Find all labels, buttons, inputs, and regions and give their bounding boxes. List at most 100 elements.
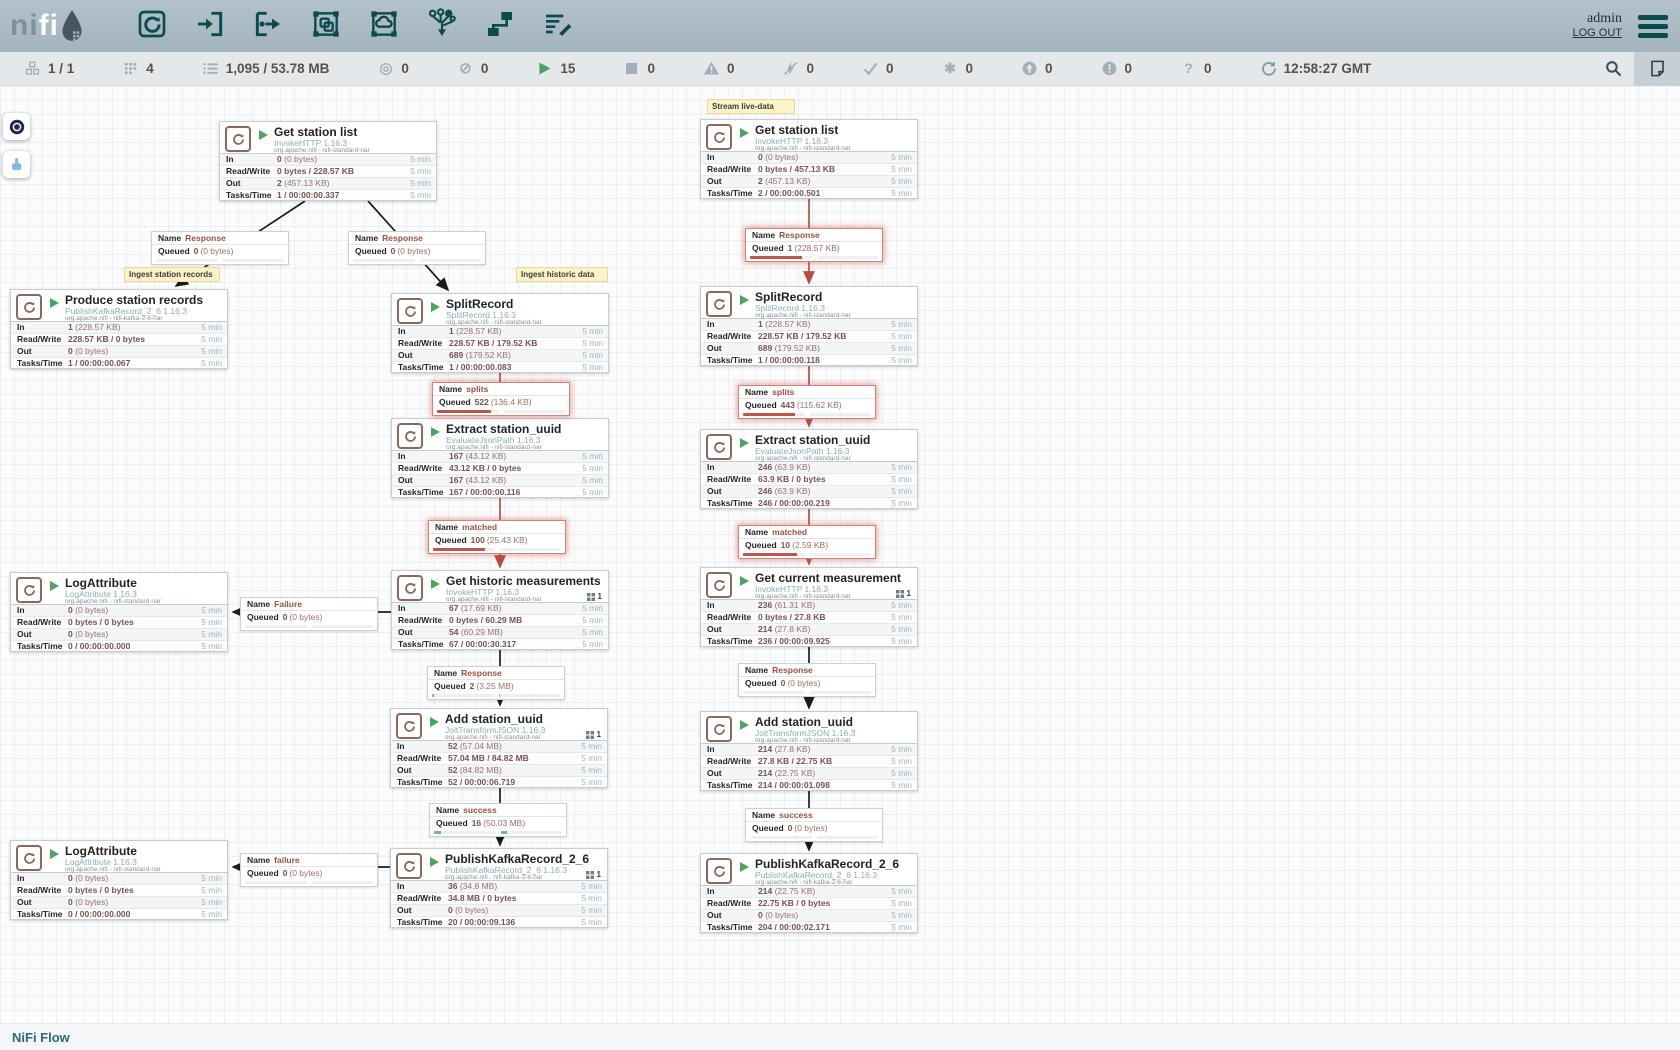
logout-link[interactable]: LOG OUT [1572, 26, 1622, 41]
connection-queued-row: Queued0(0 bytes) [349, 245, 485, 258]
status-value: 0 [806, 61, 814, 76]
status-value: 0 [481, 61, 489, 76]
backpressure-bars [349, 258, 485, 264]
connection-queued-row: Queued0(0 bytes) [241, 611, 377, 624]
processor-bundle: org.apache.nifi - nifi-standard-nar [446, 319, 542, 326]
component-toolbar [136, 10, 574, 42]
global-menu-button[interactable] [1638, 15, 1668, 38]
stale-icon [1021, 60, 1038, 77]
processor-count-badge: 1 [586, 730, 601, 739]
processor-publishkafkarecord-2-6[interactable]: PublishKafkaRecord_2_6 PublishKafkaRecor… [700, 853, 918, 933]
bulletin-board-button[interactable] [1634, 52, 1680, 86]
running-indicator-icon [50, 849, 59, 859]
processor-name: Get current measurement [755, 571, 901, 585]
connection-name-row: Namesplits [739, 386, 875, 399]
nifi-drop-icon [59, 9, 85, 43]
stat-row-in: In 0 (0 bytes) 5 min [701, 152, 917, 164]
processor-produce-station-records[interactable]: Produce station records PublishKafkaReco… [10, 289, 228, 369]
connection-name-row: NameResponse [746, 229, 882, 242]
floating-hand-button[interactable] [3, 151, 30, 178]
processor-bundle: org.apache.nifi - nifi-standard-nar [755, 737, 851, 744]
canvas-label-ingest-station-records[interactable]: Ingest station records [124, 267, 220, 282]
processor-toolbar-button[interactable] [136, 10, 168, 42]
connection-label-response[interactable]: NameResponse Queued0(0 bytes) [151, 231, 289, 265]
processor-extract-station-uuid[interactable]: Extract station_uuid EvaluateJsonPath 1.… [700, 429, 918, 509]
stat-row-read-write: Read/Write 27.8 KB / 22.75 KB 5 min [701, 756, 917, 768]
status-refresh[interactable]: 12:58:27 GMT [1260, 60, 1372, 77]
connection-label-success[interactable]: Namesuccess Queued16(50.03 MB) [429, 803, 567, 837]
status-not-transmitting: ⊘ 0 [457, 60, 489, 77]
canvas-label-stream-live-data[interactable]: Stream live-data [707, 99, 795, 114]
processor-extract-station-uuid[interactable]: Extract station_uuid EvaluateJsonPath 1.… [391, 418, 609, 498]
queued-icon [202, 60, 219, 77]
status-value: 4 [146, 61, 154, 76]
canvas-label-ingest-historic-data[interactable]: Ingest historic data [516, 267, 608, 282]
process-group-toolbar-button[interactable] [310, 10, 342, 42]
connection-label-matched[interactable]: Namematched Queued100(25.43 KB) [428, 520, 566, 554]
processor-icon [136, 8, 168, 45]
stopped-icon [623, 60, 640, 77]
connection-label-response[interactable]: NameResponse Queued1(228.57 KB) [745, 228, 883, 262]
running-indicator-icon [740, 295, 749, 305]
connection-label-splits[interactable]: Namesplits Queued443(115.62 KB) [738, 385, 876, 419]
template-toolbar-button[interactable] [484, 10, 516, 42]
connection-queued-row: Queued2(3.25 MB) [428, 680, 564, 693]
processor-add-station-uuid[interactable]: Add station_uuid JoltTransformJSON 1.16.… [390, 708, 608, 788]
status-stopped: 0 [623, 60, 655, 77]
floating-target-button[interactable] [3, 113, 30, 140]
breadcrumb[interactable]: NiFi Flow [12, 1030, 70, 1045]
connection-label-splits[interactable]: Namesplits Queued522(136.4 KB) [432, 382, 570, 416]
output-port-toolbar-button[interactable] [252, 10, 284, 42]
processor-name: SplitRecord [755, 290, 822, 304]
running-indicator-icon [50, 298, 59, 308]
connection-label-response[interactable]: NameResponse Queued0(0 bytes) [348, 231, 486, 265]
connection-label-response[interactable]: NameResponse Queued0(0 bytes) [738, 663, 876, 697]
stat-row-read-write: Read/Write 0 bytes / 0 bytes 5 min [11, 617, 227, 629]
processor-get-station-list[interactable]: Get station list InvokeHTTP 1.16.3 org.a… [219, 121, 437, 201]
processor-splitrecord[interactable]: SplitRecord SplitRecord 1.16.3 org.apach… [700, 286, 918, 366]
input-port-toolbar-button[interactable] [194, 10, 226, 42]
processor-type-icon [396, 713, 422, 739]
processor-get-current-measurement[interactable]: Get current measurement InvokeHTTP 1.16.… [700, 567, 918, 647]
stat-row-out: Out 54 (60.29 MB) 5 min [392, 627, 608, 639]
running-indicator-icon [740, 128, 749, 138]
backpressure-bars [429, 547, 565, 553]
remote-process-group-toolbar-button[interactable] [368, 10, 400, 42]
status-value: 0 [401, 61, 409, 76]
running-indicator-icon [50, 581, 59, 591]
processor-get-station-list[interactable]: Get station list InvokeHTTP 1.16.3 org.a… [700, 119, 918, 199]
processor-name: PublishKafkaRecord_2_6 [445, 852, 589, 866]
connection-queued-row: Queued10(2.59 KB) [739, 539, 875, 552]
size-threshold-bar [420, 259, 482, 262]
stat-row-in: In 246 (63.9 KB) 5 min [701, 462, 917, 474]
search-button[interactable] [1592, 52, 1634, 86]
status-value: 1 / 1 [48, 61, 74, 76]
label-toolbar-button[interactable] [542, 10, 574, 42]
processor-splitrecord[interactable]: SplitRecord SplitRecord 1.16.3 org.apach… [391, 293, 609, 373]
processor-logattribute[interactable]: LogAttribute LogAttribute 1.16.3 org.apa… [10, 572, 228, 652]
processor-publishkafkarecord-2-6[interactable]: PublishKafkaRecord_2_6 PublishKafkaRecor… [390, 848, 608, 928]
funnel-toolbar-button[interactable] [426, 10, 458, 42]
stat-row-out: Out 214 (27.8 KB) 5 min [701, 624, 917, 636]
status-value: 0 [966, 61, 974, 76]
connection-label-failure[interactable]: NameFailure Queued0(0 bytes) [240, 597, 378, 631]
object-threshold-bar [743, 553, 805, 556]
processor-logattribute[interactable]: LogAttribute LogAttribute 1.16.3 org.apa… [10, 840, 228, 920]
connection-label-response[interactable]: NameResponse Queued2(3.25 MB) [427, 666, 565, 700]
connection-label-failure[interactable]: Namefailure Queued0(0 bytes) [240, 853, 378, 887]
processor-add-station-uuid[interactable]: Add station_uuid JoltTransformJSON 1.16.… [700, 711, 918, 791]
stat-row-tasks-time: Tasks/Time 1 / 00:00:00.083 5 min [392, 362, 608, 374]
flow-canvas[interactable]: Ingest station records Ingest historic da… [0, 86, 1680, 1050]
processor-bundle: org.apache.nifi - nifi-standard-nar [755, 455, 851, 462]
connection-label-matched[interactable]: Namematched Queued10(2.59 KB) [738, 525, 876, 559]
size-threshold-bar [810, 553, 872, 556]
connection-label-success[interactable]: Namesuccess Queued0(0 bytes) [745, 808, 883, 842]
processor-name: LogAttribute [65, 576, 137, 590]
up-to-date-icon [862, 60, 879, 77]
stat-row-out: Out 0 (0 bytes) 5 min [11, 346, 227, 358]
processor-type-icon [16, 294, 42, 320]
connection-name-row: NameResponse [739, 664, 875, 677]
processor-name: SplitRecord [446, 297, 513, 311]
processor-get-historic-measurements[interactable]: Get historic measurements InvokeHTTP 1.1… [391, 570, 609, 650]
running-indicator-icon [740, 576, 749, 586]
